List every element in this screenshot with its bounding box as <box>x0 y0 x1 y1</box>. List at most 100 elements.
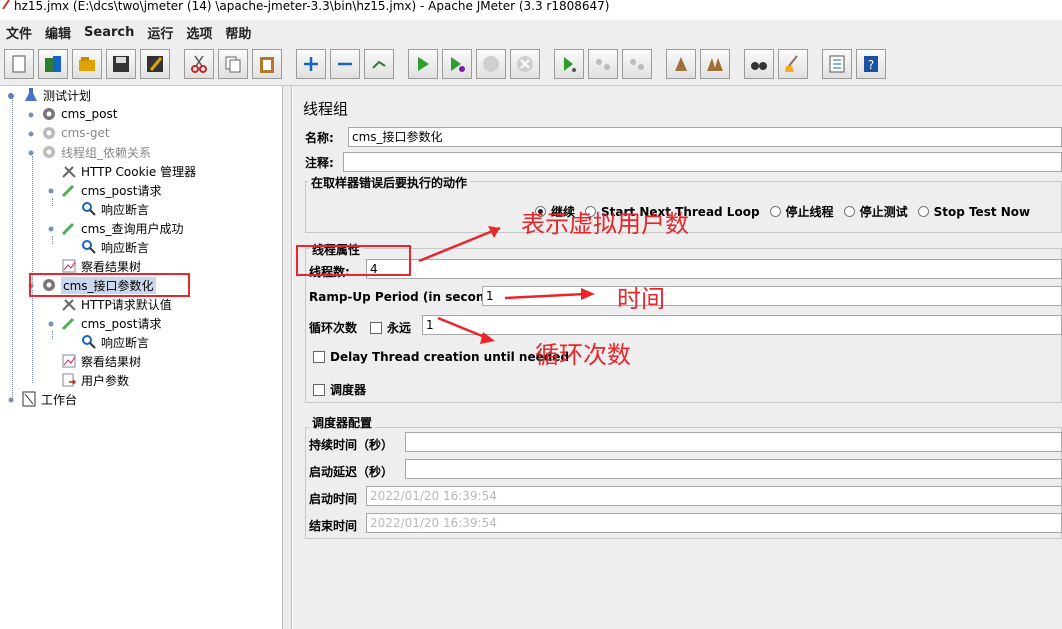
pipette-icon <box>60 315 78 331</box>
copy-button[interactable] <box>218 49 248 79</box>
magnifier-icon <box>80 334 98 350</box>
pipette-icon <box>60 182 78 198</box>
expand-handle-icon[interactable] <box>46 185 56 195</box>
end-time-field[interactable]: 2022/01/20 16:39:54 <box>366 513 1062 533</box>
tree-node-assertion[interactable]: 响应断言 <box>80 333 149 351</box>
expand-handle-icon[interactable] <box>6 394 16 404</box>
rampup-field[interactable]: 1 <box>482 286 1062 306</box>
tree-node-sampler[interactable]: cms_post请求 <box>46 181 161 199</box>
menu-help[interactable]: 帮助 <box>225 23 251 42</box>
save-button[interactable] <box>106 49 136 79</box>
menu-edit[interactable]: 编辑 <box>45 23 71 42</box>
tree-connector <box>32 290 33 383</box>
help-icon: ? <box>864 56 878 72</box>
start-button[interactable] <box>408 49 438 79</box>
delay-thread-checkbox[interactable]: Delay Thread creation until needed <box>313 350 569 364</box>
scheduler-checkbox[interactable]: 调度器 <box>313 381 366 398</box>
expand-handle-icon[interactable] <box>46 318 56 328</box>
tree-connector <box>52 236 53 244</box>
start-time-field[interactable]: 2022/01/20 16:39:54 <box>366 486 1062 506</box>
menu-bar: 文件 编辑 Search 运行 选项 帮助 <box>0 20 1062 44</box>
radio-stop-test-now[interactable]: Stop Test Now <box>917 205 1030 219</box>
tree-connector <box>52 198 53 206</box>
remote-start-icon <box>564 57 576 72</box>
tree-node-test-plan[interactable]: 测试计划 <box>6 86 91 104</box>
templates-icon <box>45 56 61 72</box>
expand-handle-icon[interactable] <box>26 109 36 119</box>
expand-handle-icon[interactable] <box>46 223 56 233</box>
save-as-button[interactable] <box>140 49 170 79</box>
start-time-label: 启动时间 <box>309 492 358 506</box>
annotation-time: 时间 <box>617 285 665 313</box>
clear-button[interactable] <box>666 49 696 79</box>
tree-node-listener[interactable]: 察看结果树 <box>60 352 141 370</box>
menu-options[interactable]: 选项 <box>186 23 212 42</box>
remote-start-button[interactable] <box>554 49 584 79</box>
start-no-pause-button[interactable] <box>442 49 472 79</box>
stop-icon <box>483 56 499 72</box>
threads-field[interactable]: 4 <box>366 259 1062 279</box>
name-field[interactable]: cms_接口参数化 <box>348 127 1062 147</box>
reset-search-button[interactable] <box>778 49 808 79</box>
startup-delay-field[interactable] <box>405 459 1062 479</box>
gear-icon <box>40 144 58 160</box>
expand-handle-icon[interactable] <box>26 147 36 157</box>
duration-label: 持续时间（秒） <box>309 438 394 452</box>
comment-field[interactable] <box>343 152 1062 172</box>
remote-exit-icon <box>630 59 644 70</box>
clear-all-button[interactable] <box>700 49 730 79</box>
tree-node-thread-group[interactable]: 线程组_依赖关系 <box>26 143 151 161</box>
radio-stop-thread[interactable]: 停止线程 <box>769 203 834 220</box>
cut-button[interactable] <box>184 49 214 79</box>
save-as-icon <box>147 56 163 72</box>
remote-stop-button[interactable] <box>588 49 618 79</box>
tree-node-config[interactable]: HTTP请求默认值 <box>60 295 172 313</box>
start-icon <box>418 57 429 71</box>
window-title: hz15.jmx (E:\dcs\two\jmeter (14) \apache… <box>14 0 610 13</box>
help-button[interactable]: ? <box>856 49 886 79</box>
collapse-button[interactable] <box>330 49 360 79</box>
toggle-button[interactable] <box>364 49 394 79</box>
tree-node-assertion[interactable]: 响应断言 <box>80 200 149 218</box>
search-button[interactable] <box>744 49 774 79</box>
open-button[interactable] <box>72 49 102 79</box>
tree-node-assertion[interactable]: 响应断言 <box>80 238 149 256</box>
tree-node-sampler[interactable]: cms_post请求 <box>46 314 161 332</box>
function-helper-icon <box>829 55 845 73</box>
tree-node-thread-group[interactable]: cms_post <box>26 105 117 123</box>
menu-search[interactable]: Search <box>84 25 134 40</box>
loop-count-field[interactable]: 1 <box>422 315 1062 335</box>
expand-handle-icon[interactable] <box>26 128 36 138</box>
expand-handle-icon[interactable] <box>6 90 16 100</box>
title-bar: hz15.jmx (E:\dcs\two\jmeter (14) \apache… <box>0 0 1062 20</box>
search-icon <box>751 62 767 70</box>
duration-field[interactable] <box>405 432 1062 452</box>
start-no-pause-icon <box>451 57 465 72</box>
clear-all-icon <box>707 58 723 71</box>
paste-icon <box>260 57 274 73</box>
remote-stop-icon <box>596 59 610 70</box>
open-icon <box>79 57 95 71</box>
checkbox-box <box>313 351 325 363</box>
new-button[interactable] <box>4 49 34 79</box>
menu-file[interactable]: 文件 <box>6 23 32 42</box>
tree-node-cookie-manager[interactable]: HTTP Cookie 管理器 <box>60 162 196 180</box>
page-title: 线程组 <box>303 100 349 118</box>
tree-node-sampler[interactable]: cms_查询用户成功 <box>46 219 184 237</box>
radio-stop-test[interactable]: 停止测试 <box>843 203 908 220</box>
templates-button[interactable] <box>38 49 68 79</box>
tree-node-workbench[interactable]: 工作台 <box>6 390 77 408</box>
paste-button[interactable] <box>252 49 282 79</box>
remote-exit-button[interactable] <box>622 49 652 79</box>
annotation-loop-count: 循环次数 <box>535 341 631 369</box>
tree-node-thread-group[interactable]: cms-get <box>26 124 110 142</box>
tree-node-preprocessor[interactable]: 用户参数 <box>60 371 129 389</box>
menu-run[interactable]: 运行 <box>147 23 173 42</box>
stop-button[interactable] <box>476 49 506 79</box>
forever-checkbox[interactable]: 永远 <box>370 319 411 336</box>
expand-button[interactable] <box>296 49 326 79</box>
split-pane-divider[interactable] <box>283 86 292 629</box>
wrench-icon <box>60 163 78 179</box>
function-helper-button[interactable] <box>822 49 852 79</box>
shutdown-button[interactable] <box>510 49 540 79</box>
